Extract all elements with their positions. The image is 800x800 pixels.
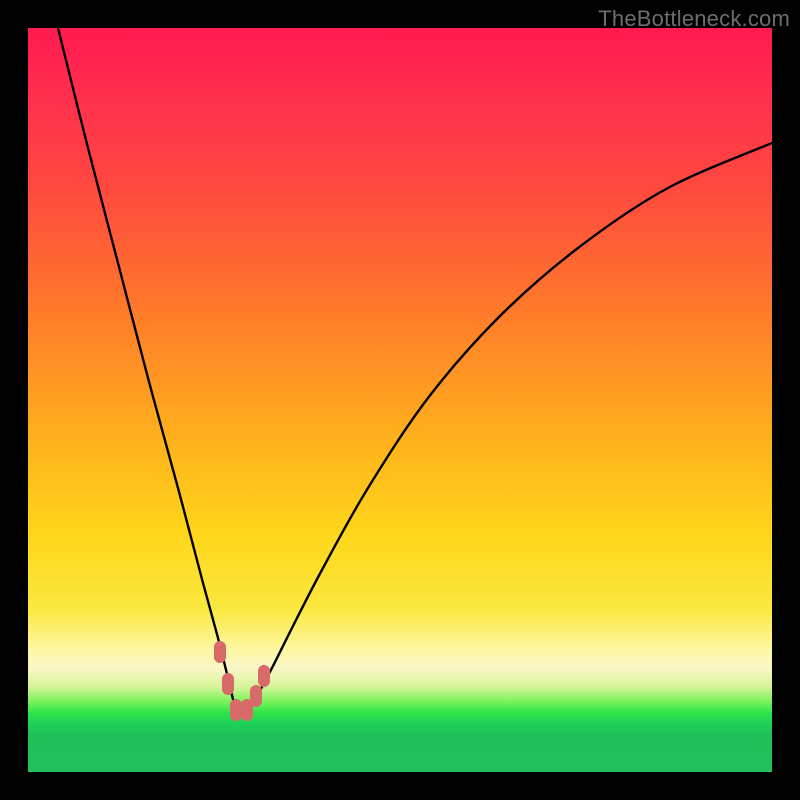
marker-group — [214, 641, 270, 721]
marker-right-arm-upper — [250, 685, 262, 707]
chart-frame: TheBottleneck.com — [0, 0, 800, 800]
marker-right-arm-lower — [258, 665, 270, 687]
curve-svg — [28, 28, 772, 772]
plot-area — [28, 28, 772, 772]
watermark-text: TheBottleneck.com — [598, 6, 790, 32]
marker-trough-left — [230, 699, 242, 721]
marker-left-arm-lower — [214, 641, 226, 663]
marker-left-arm-upper — [222, 673, 234, 695]
bottleneck-curve-path — [58, 28, 772, 713]
